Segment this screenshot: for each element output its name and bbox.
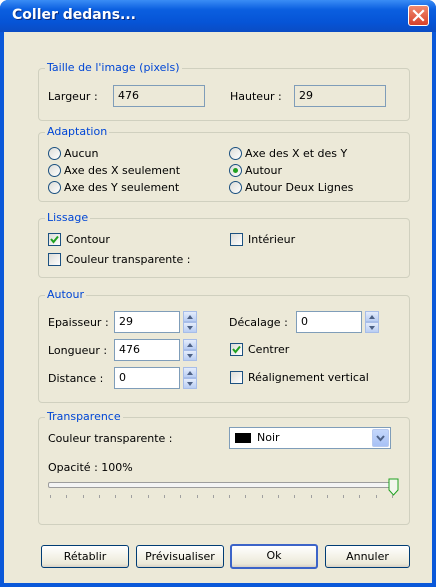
longueur-spinner[interactable] <box>183 339 197 361</box>
window-title: Coller dedans... <box>12 7 137 23</box>
slider-tick <box>375 495 377 498</box>
spin-up-icon[interactable] <box>183 367 197 378</box>
spin-down-icon[interactable] <box>365 322 379 333</box>
slider-tick <box>115 495 117 498</box>
spin-up-icon[interactable] <box>183 339 197 350</box>
epaisseur-input[interactable]: 29 <box>114 311 180 333</box>
lissage-legend: Lissage <box>45 211 91 224</box>
realignement-label[interactable]: Réalignement vertical <box>248 371 369 384</box>
height-readonly-field: 29 <box>294 85 386 107</box>
epaisseur-spinner[interactable] <box>183 311 197 333</box>
radio-autour-deux-lignes-label[interactable]: Autour Deux Lignes <box>245 181 353 194</box>
slider-tick <box>261 495 263 498</box>
opacity-slider-thumb[interactable] <box>388 478 399 496</box>
slider-tick <box>147 495 149 498</box>
slider-tick <box>278 495 279 498</box>
slider-tick <box>164 495 165 498</box>
slider-tick <box>326 495 328 498</box>
spin-up-icon[interactable] <box>183 311 197 322</box>
epaisseur-label: Epaisseur : <box>48 316 109 329</box>
slider-tick <box>392 495 393 498</box>
distance-label: Distance : <box>48 372 104 385</box>
slider-tick <box>343 495 345 498</box>
selected-color-text: Noir <box>257 431 280 444</box>
adaptation-legend: Adaptation <box>45 125 110 138</box>
radio-selected-dot <box>233 168 238 173</box>
distance-input[interactable]: 0 <box>114 367 180 389</box>
annuler-button[interactable]: Annuler <box>325 545 410 568</box>
interieur-checkbox[interactable] <box>230 233 243 246</box>
contour-checkbox[interactable] <box>48 233 61 246</box>
radio-aucun-label[interactable]: Aucun <box>64 147 99 160</box>
couleur-transparente-checkbox[interactable] <box>48 253 61 266</box>
slider-tick <box>82 495 84 498</box>
slider-tick <box>212 495 214 498</box>
radio-axe-xy-label[interactable]: Axe des X et des Y <box>245 147 347 160</box>
height-label: Hauteur : <box>230 90 282 103</box>
decalage-label: Décalage : <box>229 316 288 329</box>
slider-tick <box>310 495 312 498</box>
radio-aucun[interactable] <box>48 147 61 160</box>
title-bar[interactable]: Coller dedans... <box>0 0 436 32</box>
previsualiser-button[interactable]: Prévisualiser <box>136 545 224 568</box>
checkmark-icon <box>50 235 59 244</box>
ok-button[interactable]: Ok <box>230 544 318 569</box>
transparent-color-select[interactable]: Noir <box>229 427 391 449</box>
slider-tick <box>66 495 68 498</box>
slider-tick <box>131 495 133 498</box>
paste-into-dialog: Coller dedans... Taille de l'image (pixe… <box>0 0 436 587</box>
realignement-checkbox[interactable] <box>230 371 243 384</box>
opacity-slider-track[interactable] <box>48 482 396 488</box>
radio-autour-deux-lignes[interactable] <box>229 181 242 194</box>
interieur-label[interactable]: Intérieur <box>248 233 295 246</box>
slider-tick <box>245 495 247 498</box>
radio-axe-y-label[interactable]: Axe des Y seulement <box>64 181 179 194</box>
spin-down-icon[interactable] <box>183 322 197 333</box>
slider-tick <box>294 495 296 498</box>
radio-axe-y[interactable] <box>48 181 61 194</box>
longueur-label: Longueur : <box>48 344 108 357</box>
distance-spinner[interactable] <box>183 367 197 389</box>
opacity-label: Opacité : 100% <box>48 461 133 474</box>
retablir-button[interactable]: Rétablir <box>41 545 129 568</box>
couleur-transparente-label[interactable]: Couleur transparente : <box>66 253 191 266</box>
lissage-group: Lissage <box>38 211 410 278</box>
radio-axe-x[interactable] <box>48 164 61 177</box>
spin-up-icon[interactable] <box>365 311 379 322</box>
slider-tick <box>98 495 100 498</box>
radio-autour[interactable] <box>229 164 242 177</box>
spin-down-icon[interactable] <box>183 378 197 389</box>
centrer-checkbox[interactable] <box>230 343 243 356</box>
radio-axe-x-label[interactable]: Axe des X seulement <box>64 164 180 177</box>
close-icon <box>412 9 425 22</box>
chevron-down-icon[interactable] <box>372 429 389 447</box>
centrer-label[interactable]: Centrer <box>248 343 289 356</box>
longueur-input[interactable]: 476 <box>114 339 180 361</box>
slider-tick <box>50 495 51 498</box>
width-label: Largeur : <box>48 90 98 103</box>
slider-tick <box>180 495 182 498</box>
contour-label[interactable]: Contour <box>66 233 110 246</box>
slider-tick <box>359 495 361 498</box>
slider-tick <box>229 495 231 498</box>
slider-tick <box>196 495 198 498</box>
close-button[interactable] <box>408 5 429 26</box>
image-size-legend: Taille de l'image (pixels) <box>45 61 182 74</box>
spin-down-icon[interactable] <box>183 350 197 361</box>
checkmark-icon <box>232 345 241 354</box>
decalage-spinner[interactable] <box>365 311 379 333</box>
radio-axe-xy[interactable] <box>229 147 242 160</box>
decalage-input[interactable]: 0 <box>296 311 362 333</box>
couleur-transparente-select-label: Couleur transparente : <box>48 432 173 445</box>
transparence-legend: Transparence <box>45 410 123 423</box>
autour-legend: Autour <box>45 288 87 301</box>
width-readonly-field: 476 <box>113 85 205 107</box>
color-swatch <box>235 433 251 443</box>
radio-autour-label[interactable]: Autour <box>245 164 282 177</box>
